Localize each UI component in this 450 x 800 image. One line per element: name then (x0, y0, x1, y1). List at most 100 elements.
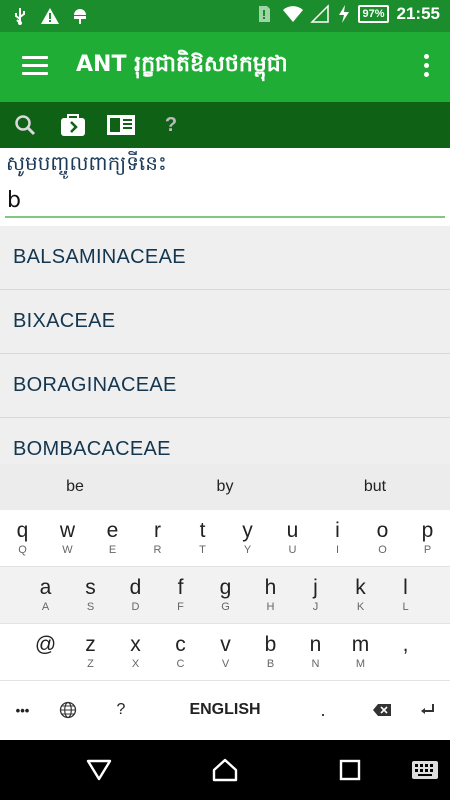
key-l[interactable]: lL (383, 567, 428, 624)
key-sublabel: P (423, 544, 432, 556)
charging-icon (338, 4, 350, 24)
key-label: m (351, 633, 370, 656)
suggestion-item[interactable]: be (0, 478, 150, 496)
soft-keyboard: be by but qQwWeErRtTyYuUiIoOpP aAsSdDfFg… (0, 464, 450, 740)
clock: 21:55 (396, 4, 440, 23)
key-label: y (242, 519, 253, 542)
key-label: v (220, 633, 231, 656)
key-label: w (59, 519, 76, 542)
key-sublabel: H (266, 601, 275, 613)
enter-icon[interactable] (412, 681, 444, 739)
key-comma[interactable]: , (383, 624, 428, 681)
key-k[interactable]: kK (338, 567, 383, 624)
key-z[interactable]: zZ (68, 624, 113, 681)
key-f[interactable]: fF (158, 567, 203, 624)
key-sublabel: R (153, 544, 162, 556)
question-key[interactable]: ? (105, 681, 137, 739)
suggestion-item[interactable]: by (150, 478, 300, 496)
key-label: g (219, 576, 232, 599)
key-sublabel: O (378, 544, 387, 556)
key-label: u (286, 519, 299, 542)
keyboard-icon[interactable] (410, 756, 440, 784)
keyboard-row-1: qQwWeErRtTyYuUiIoOpP (0, 510, 450, 567)
list-item[interactable]: BIXACEAE (0, 290, 450, 354)
key-label: i (335, 519, 340, 542)
android-icon (70, 6, 90, 26)
key-i[interactable]: iI (315, 510, 360, 567)
key-m[interactable]: mM (338, 624, 383, 681)
back-triangle-icon[interactable] (84, 756, 114, 784)
forward-folder-icon[interactable] (58, 111, 88, 139)
hamburger-menu-icon[interactable] (22, 56, 48, 76)
overflow-menu-icon[interactable] (424, 54, 430, 80)
key-sublabel: V (221, 658, 230, 670)
key-a[interactable]: aA (23, 567, 68, 624)
search-icon[interactable] (10, 111, 40, 139)
key-label: n (309, 633, 322, 656)
key-q[interactable]: qQ (0, 510, 45, 567)
key-sublabel: K (356, 601, 365, 613)
key-c[interactable]: cC (158, 624, 203, 681)
key-w[interactable]: wW (45, 510, 90, 567)
key-label: k (355, 576, 366, 599)
signal-icon (310, 4, 330, 24)
key-p[interactable]: pP (405, 510, 450, 567)
key-label: j (313, 576, 318, 599)
battery-level: 97% (358, 5, 389, 23)
globe-icon[interactable] (50, 681, 85, 739)
key-at[interactable]: @ (23, 624, 68, 681)
key-x[interactable]: xX (113, 624, 158, 681)
key-n[interactable]: nN (293, 624, 338, 681)
period-key[interactable]: . (308, 681, 338, 739)
key-sublabel: E (108, 544, 117, 556)
key-sublabel: U (288, 544, 297, 556)
key-label: @ (34, 633, 57, 656)
key-b[interactable]: bB (248, 624, 293, 681)
key-label: r (154, 519, 161, 542)
backspace-icon[interactable] (366, 681, 398, 739)
keyboard-row-3: @ z Zx Xc Cv Vb Bn Nm M, (0, 624, 450, 681)
key-e[interactable]: eE (90, 510, 135, 567)
status-bar: 97% 21:55 (0, 0, 450, 32)
key-u[interactable]: uU (270, 510, 315, 567)
navigation-bar (0, 740, 450, 800)
key-sublabel: Y (243, 544, 252, 556)
list-item[interactable]: BORAGINACEAE (0, 354, 450, 418)
key-g[interactable]: gG (203, 567, 248, 624)
key-label: b (264, 633, 277, 656)
space-key[interactable]: ENGLISH (150, 681, 300, 739)
key-j[interactable]: jJ (293, 567, 338, 624)
key-r[interactable]: rR (135, 510, 180, 567)
search-area: សូមបញ្ចូលពាក្យទីនេះ (0, 148, 450, 226)
key-label: o (376, 519, 389, 542)
key-sublabel: B (266, 658, 275, 670)
key-d[interactable]: dD (113, 567, 158, 624)
key-o[interactable]: oO (360, 510, 405, 567)
list-item[interactable]: BOMBACACEAE (0, 418, 450, 464)
key-h[interactable]: hH (248, 567, 293, 624)
key-label: c (175, 633, 186, 656)
list-item[interactable]: BALSAMINACEAE (0, 226, 450, 290)
key-y[interactable]: yY (225, 510, 270, 567)
key-s[interactable]: sS (68, 567, 113, 624)
key-label: h (264, 576, 277, 599)
search-input[interactable] (5, 184, 445, 218)
usb-icon (10, 6, 30, 26)
help-icon[interactable]: ? (156, 111, 186, 139)
key-sublabel: Q (18, 544, 27, 556)
home-icon[interactable] (210, 756, 240, 784)
key-label: , (402, 633, 409, 656)
keyboard-bottom-row: ••• ? ENGLISH . (0, 681, 450, 739)
key-sublabel: I (335, 544, 340, 556)
key-sublabel: D (131, 601, 140, 613)
key-v[interactable]: vV (203, 624, 248, 681)
suggestion-strip: be by but (0, 464, 450, 510)
key-t[interactable]: tT (180, 510, 225, 567)
key-sublabel: W (62, 544, 73, 556)
recents-square-icon[interactable] (335, 756, 365, 784)
key-sublabel: M (355, 658, 366, 670)
more-symbols-key[interactable]: ••• (5, 681, 40, 739)
book-icon[interactable] (106, 111, 136, 139)
key-sublabel: N (311, 658, 320, 670)
suggestion-item[interactable]: but (300, 478, 450, 496)
